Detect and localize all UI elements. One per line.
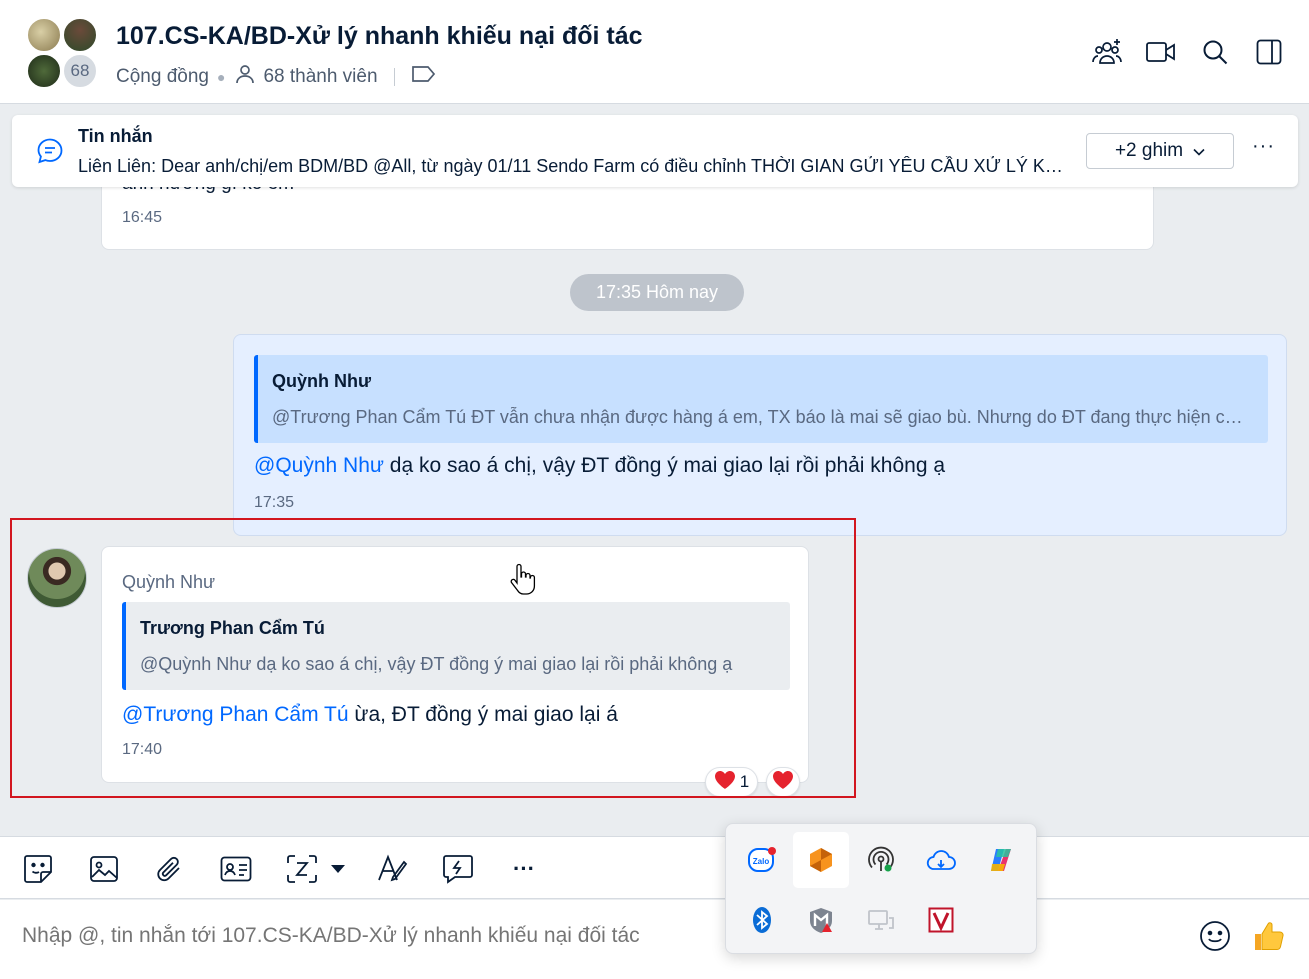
separator-dot: ●: [216, 69, 226, 85]
quoted-message[interactable]: Quỳnh Như @Trương Phan Cẩm Tú ĐT vẫn chư…: [254, 355, 1268, 443]
quote-text: @Trương Phan Cẩm Tú ĐT vẫn chưa nhận đượ…: [272, 407, 1252, 427]
highlight-box: [10, 518, 856, 798]
video-call-icon[interactable]: [1145, 34, 1177, 70]
mention-link[interactable]: @Quỳnh Như: [254, 454, 384, 477]
message-text: @Quỳnh Như dạ ko sao á chị, vậy ĐT đồng …: [254, 454, 945, 478]
message-time: 17:35: [254, 494, 295, 511]
member-avatar: [62, 17, 98, 53]
text-format-icon[interactable]: [377, 853, 409, 885]
tag-icon[interactable]: [411, 64, 437, 90]
attachment-icon[interactable]: [153, 853, 185, 885]
member-avatar: [26, 17, 62, 53]
more-options-icon[interactable]: ···: [1252, 135, 1275, 158]
v-app-icon[interactable]: [913, 892, 969, 948]
contact-card-icon[interactable]: [220, 853, 252, 885]
search-icon[interactable]: [1199, 34, 1231, 70]
pinned-text: Liên Liên: Dear anh/chị/em BDM/BD @All, …: [78, 156, 1068, 176]
hand-cursor-icon: [510, 562, 536, 601]
group-type-label: Cộng đồng: [116, 66, 209, 87]
sticker-icon[interactable]: [22, 853, 54, 885]
display-icon[interactable]: [853, 892, 909, 948]
screenshot-icon[interactable]: [286, 853, 318, 885]
bluetooth-icon[interactable]: [734, 892, 790, 948]
composer-toolbar: ···: [0, 836, 1309, 899]
message-time: 16:45: [122, 209, 163, 226]
message-input[interactable]: [22, 924, 702, 948]
chat-bubble-icon: [36, 137, 64, 170]
member-count-avatar: 68: [62, 53, 98, 89]
group-subline: Cộng đồng ● 68 thành viên: [116, 62, 437, 92]
pinned-message-bar[interactable]: Tin nhắn Liên Liên: Dear anh/chị/em BDM/…: [12, 115, 1298, 187]
more-pins-button[interactable]: +2 ghim: [1086, 133, 1234, 169]
add-member-icon[interactable]: [1091, 34, 1123, 70]
message-body: dạ ko sao á chị, vậy ĐT đồng ý mai giao …: [383, 454, 946, 477]
copilot-icon[interactable]: [973, 832, 1029, 888]
chevron-down-icon: [1193, 140, 1205, 162]
outgoing-message-bubble[interactable]: Quỳnh Như @Trương Phan Cẩm Tú ĐT vẫn chư…: [233, 334, 1287, 536]
quote-author: Quỳnh Như: [272, 371, 372, 391]
member-icon[interactable]: [233, 62, 257, 92]
date-separator: 17:35 Hôm nay: [570, 274, 744, 311]
emoji-icon[interactable]: [1195, 916, 1235, 956]
dropdown-caret-icon[interactable]: [322, 853, 354, 885]
member-avatar: [26, 53, 62, 89]
more-pins-label: +2 ghim: [1114, 140, 1184, 161]
quick-message-icon[interactable]: [442, 853, 474, 885]
message-composer: [0, 900, 1309, 979]
chat-header: 68 107.CS-KA/BD-Xử lý nhanh khiếu nại đố…: [0, 0, 1309, 104]
app-orange-icon[interactable]: [793, 832, 849, 888]
broadcast-icon[interactable]: [853, 832, 909, 888]
image-icon[interactable]: [88, 853, 120, 885]
svg-text:Zalo: Zalo: [753, 857, 770, 866]
cloud-icon[interactable]: [913, 832, 969, 888]
header-actions: [1091, 34, 1285, 70]
pinned-title: Tin nhắn: [78, 126, 153, 146]
sidebar-toggle-icon[interactable]: [1253, 34, 1285, 70]
member-count-link[interactable]: 68 thành viên: [263, 66, 377, 88]
system-tray-popup: Zalo: [725, 823, 1037, 954]
divider: [393, 68, 395, 86]
zalo-icon[interactable]: Zalo: [734, 832, 790, 888]
mcafee-icon[interactable]: [793, 892, 849, 948]
thumbs-up-icon[interactable]: [1249, 916, 1289, 956]
group-avatar[interactable]: 68: [26, 17, 102, 91]
more-tools-icon[interactable]: ···: [508, 853, 540, 885]
group-title[interactable]: 107.CS-KA/BD-Xử lý nhanh khiếu nại đối t…: [116, 22, 643, 51]
